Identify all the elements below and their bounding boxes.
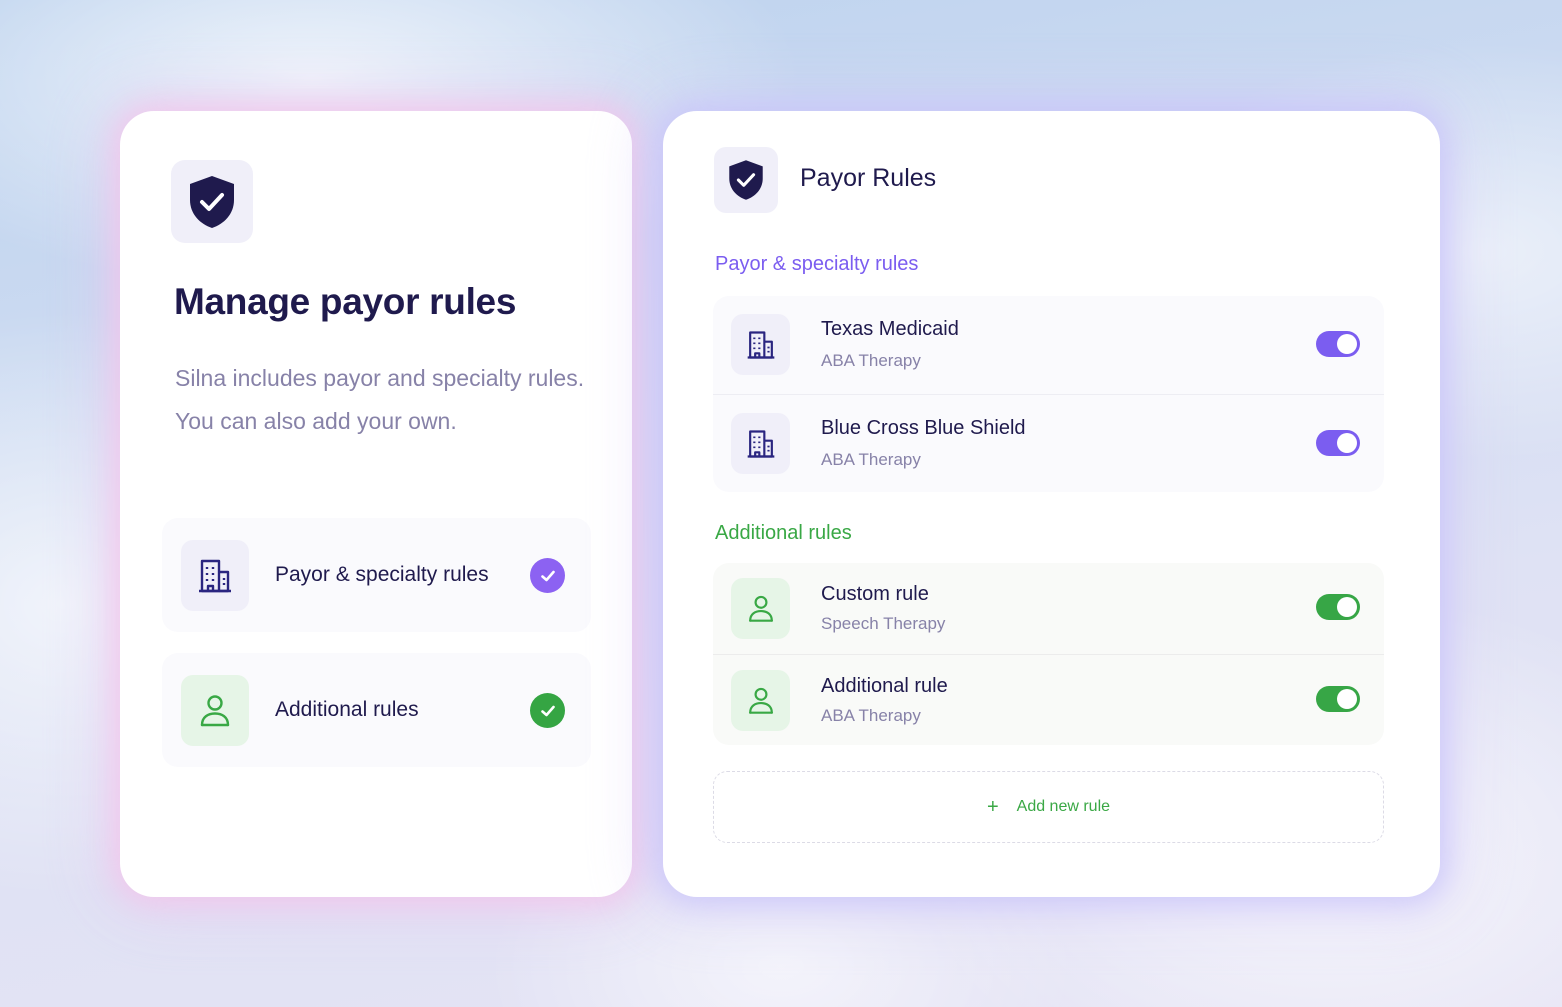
toggle-knob — [1337, 689, 1357, 709]
shield-check-icon — [171, 160, 253, 243]
section-label-additional: Additional rules — [715, 522, 852, 544]
rule-title: Custom rule — [821, 583, 929, 605]
rule-row: Additional rule ABA Therapy — [713, 654, 1384, 745]
rule-title: Additional rule — [821, 675, 948, 697]
rule-toggle[interactable] — [1316, 430, 1360, 456]
rule-subtitle: Speech Therapy — [821, 614, 946, 633]
plus-icon: + — [986, 796, 999, 818]
building-icon — [181, 540, 249, 611]
building-icon — [731, 314, 790, 375]
person-icon — [181, 675, 249, 746]
rule-row: Texas Medicaid ABA Therapy — [713, 296, 1384, 394]
toggle-knob — [1337, 334, 1357, 354]
rule-toggle[interactable] — [1316, 686, 1360, 712]
shield-check-icon — [714, 147, 778, 213]
toggle-knob — [1337, 433, 1357, 453]
add-new-rule-label: Add new rule — [1016, 798, 1111, 815]
rule-subtitle: ABA Therapy — [821, 706, 921, 725]
toggle-knob — [1337, 597, 1357, 617]
rule-title: Texas Medicaid — [821, 318, 959, 340]
rule-toggle[interactable] — [1316, 594, 1360, 620]
page-title: Manage payor rules — [174, 281, 517, 322]
check-circle-icon — [530, 693, 565, 728]
payor-rules-panel: Payor Rules Payor & specialty rules Texa… — [663, 111, 1440, 897]
rule-row: Custom rule Speech Therapy — [713, 563, 1384, 654]
rule-toggle[interactable] — [1316, 331, 1360, 357]
option-payor-specialty-rules[interactable]: Payor & specialty rules — [162, 518, 591, 632]
rule-subtitle: ABA Therapy — [821, 450, 921, 469]
rule-subtitle: ABA Therapy — [821, 351, 921, 370]
check-circle-icon — [530, 558, 565, 593]
add-new-rule-button[interactable]: + Add new rule — [713, 771, 1384, 843]
building-icon — [731, 413, 790, 474]
person-icon — [731, 670, 790, 731]
payor-rules-list: Texas Medicaid ABA Therapy Blue Cross Bl… — [713, 296, 1384, 492]
rule-title: Blue Cross Blue Shield — [821, 417, 1026, 439]
page-description: Silna includes payor and specialty rules… — [175, 365, 585, 434]
option-label: Payor & specialty rules — [275, 563, 489, 586]
additional-rules-list: Custom rule Speech Therapy Additional ru… — [713, 563, 1384, 745]
section-label-payor-specialty: Payor & specialty rules — [715, 253, 919, 275]
manage-payor-rules-card: Manage payor rules Silna includes payor … — [120, 111, 632, 897]
panel-title: Payor Rules — [800, 164, 937, 192]
rule-row: Blue Cross Blue Shield ABA Therapy — [713, 394, 1384, 492]
option-label: Additional rules — [275, 698, 419, 721]
option-additional-rules[interactable]: Additional rules — [162, 653, 591, 767]
person-icon — [731, 578, 790, 639]
